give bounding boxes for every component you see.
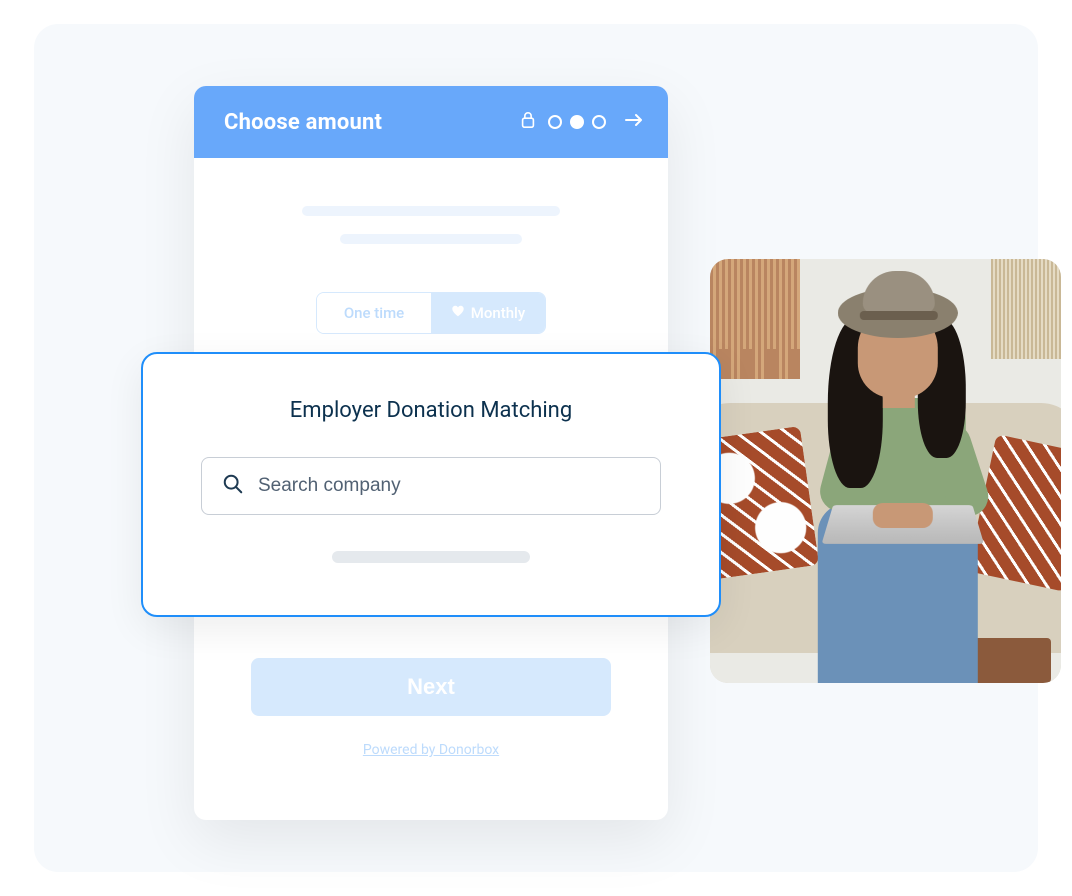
frequency-toggle: One time Monthly [316, 292, 546, 334]
frequency-monthly-button[interactable]: Monthly [431, 293, 545, 333]
skeleton-text [340, 234, 522, 244]
header-icons [520, 111, 644, 133]
step-dot-2 [570, 115, 584, 129]
header-title: Choose amount [224, 110, 382, 135]
card-body: One time Monthly [194, 158, 668, 354]
card-header: Choose amount [194, 86, 668, 158]
frequency-onetime-label: One time [344, 304, 404, 322]
decorative-photo [710, 259, 1061, 683]
search-company-input[interactable] [258, 475, 640, 497]
search-icon [222, 473, 244, 499]
frequency-onetime-button[interactable]: One time [317, 293, 431, 333]
employer-matching-card: Employer Donation Matching [141, 352, 721, 617]
next-button-label: Next [407, 674, 455, 699]
frequency-monthly-label: Monthly [471, 304, 525, 322]
step-dot-3 [592, 115, 606, 129]
heart-icon [451, 304, 465, 322]
step-dot-1 [548, 115, 562, 129]
powered-by-link[interactable]: Powered by Donorbox [363, 742, 499, 758]
matching-title: Employer Donation Matching [290, 398, 572, 423]
next-button[interactable]: Next [251, 658, 611, 716]
step-indicator [548, 115, 606, 129]
skeleton-text [302, 206, 560, 216]
search-company-box[interactable] [201, 457, 661, 515]
lock-icon [520, 111, 536, 133]
skeleton-text [332, 551, 530, 563]
arrow-right-icon[interactable] [618, 112, 644, 132]
page-container: Choose amount [34, 24, 1038, 872]
